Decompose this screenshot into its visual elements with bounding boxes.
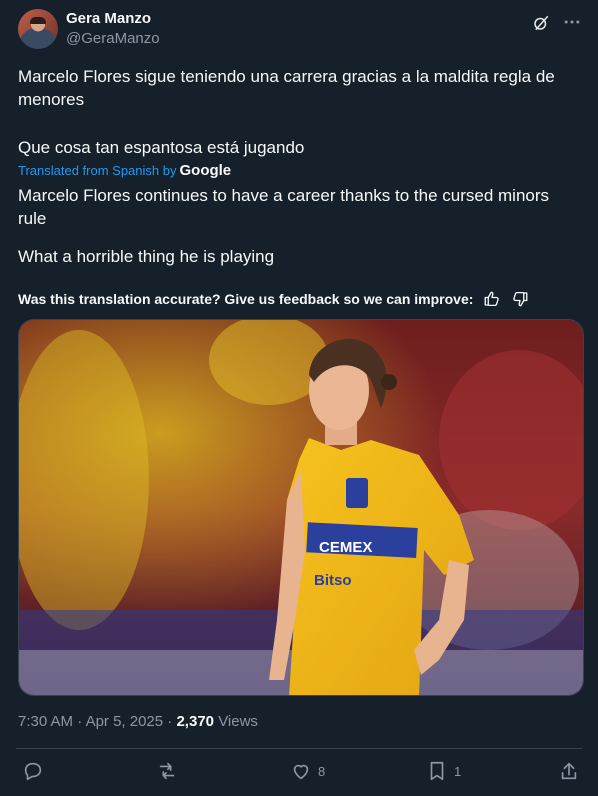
author-name[interactable]: Gera Manzo	[66, 10, 151, 27]
player-photo: CEMEX Bitso	[19, 320, 583, 695]
divider	[16, 748, 582, 749]
avatar[interactable]	[18, 9, 58, 49]
like-count: 8	[318, 763, 326, 779]
more-options-icon[interactable]	[562, 12, 582, 32]
tweet-actions: 8 1	[22, 760, 580, 788]
bookmark-icon	[430, 761, 444, 781]
repost-icon	[159, 762, 175, 780]
tweet-meta: 7:30 AM · Apr 5, 2025 · 2,370 Views	[18, 713, 258, 730]
author-handle[interactable]: @GeraManzo	[66, 30, 160, 47]
tweet-time[interactable]: 7:30 AM	[18, 713, 73, 730]
reply-icon	[24, 762, 42, 781]
like-button[interactable]: 8	[290, 760, 325, 782]
views-label: Views	[218, 713, 258, 730]
tweet-header: Gera Manzo @GeraManzo	[16, 8, 582, 52]
tweet-date[interactable]: Apr 5, 2025	[86, 713, 164, 730]
repost-button[interactable]	[156, 760, 178, 782]
grok-icon[interactable]	[532, 14, 550, 32]
feedback-text: Was this translation accurate? Give us f…	[18, 291, 474, 307]
translation-attribution[interactable]: Translated from Spanish by Google	[18, 162, 231, 179]
tweet-text-original-2: Que cosa tan espantosa está jugando	[18, 138, 305, 157]
translation-feedback: Was this translation accurate? Give us f…	[18, 290, 529, 308]
views-count: 2,370	[176, 713, 215, 730]
shirt-sponsor-bitso: Bitso	[314, 572, 352, 589]
translated-label: Translated from Spanish by	[18, 163, 177, 178]
share-button[interactable]	[558, 760, 580, 782]
bookmark-count: 1	[454, 763, 462, 779]
tweet-text-original-1: Marcelo Flores sigue teniendo una carrer…	[18, 67, 555, 109]
thumbs-down-icon[interactable]	[511, 290, 529, 308]
tweet-image[interactable]: CEMEX Bitso	[18, 319, 584, 696]
thumbs-up-icon[interactable]	[483, 290, 501, 308]
tweet-text-translation-2: What a horrible thing he is playing	[18, 247, 275, 266]
tweet-text-translation-1: Marcelo Flores continues to have a caree…	[18, 186, 550, 228]
shirt-sponsor-cemex: CEMEX	[319, 539, 372, 556]
share-icon	[561, 762, 577, 780]
google-logo: Google	[179, 162, 232, 179]
heart-icon	[293, 764, 309, 780]
bookmark-button[interactable]: 1	[426, 760, 461, 782]
reply-button[interactable]	[22, 760, 44, 782]
